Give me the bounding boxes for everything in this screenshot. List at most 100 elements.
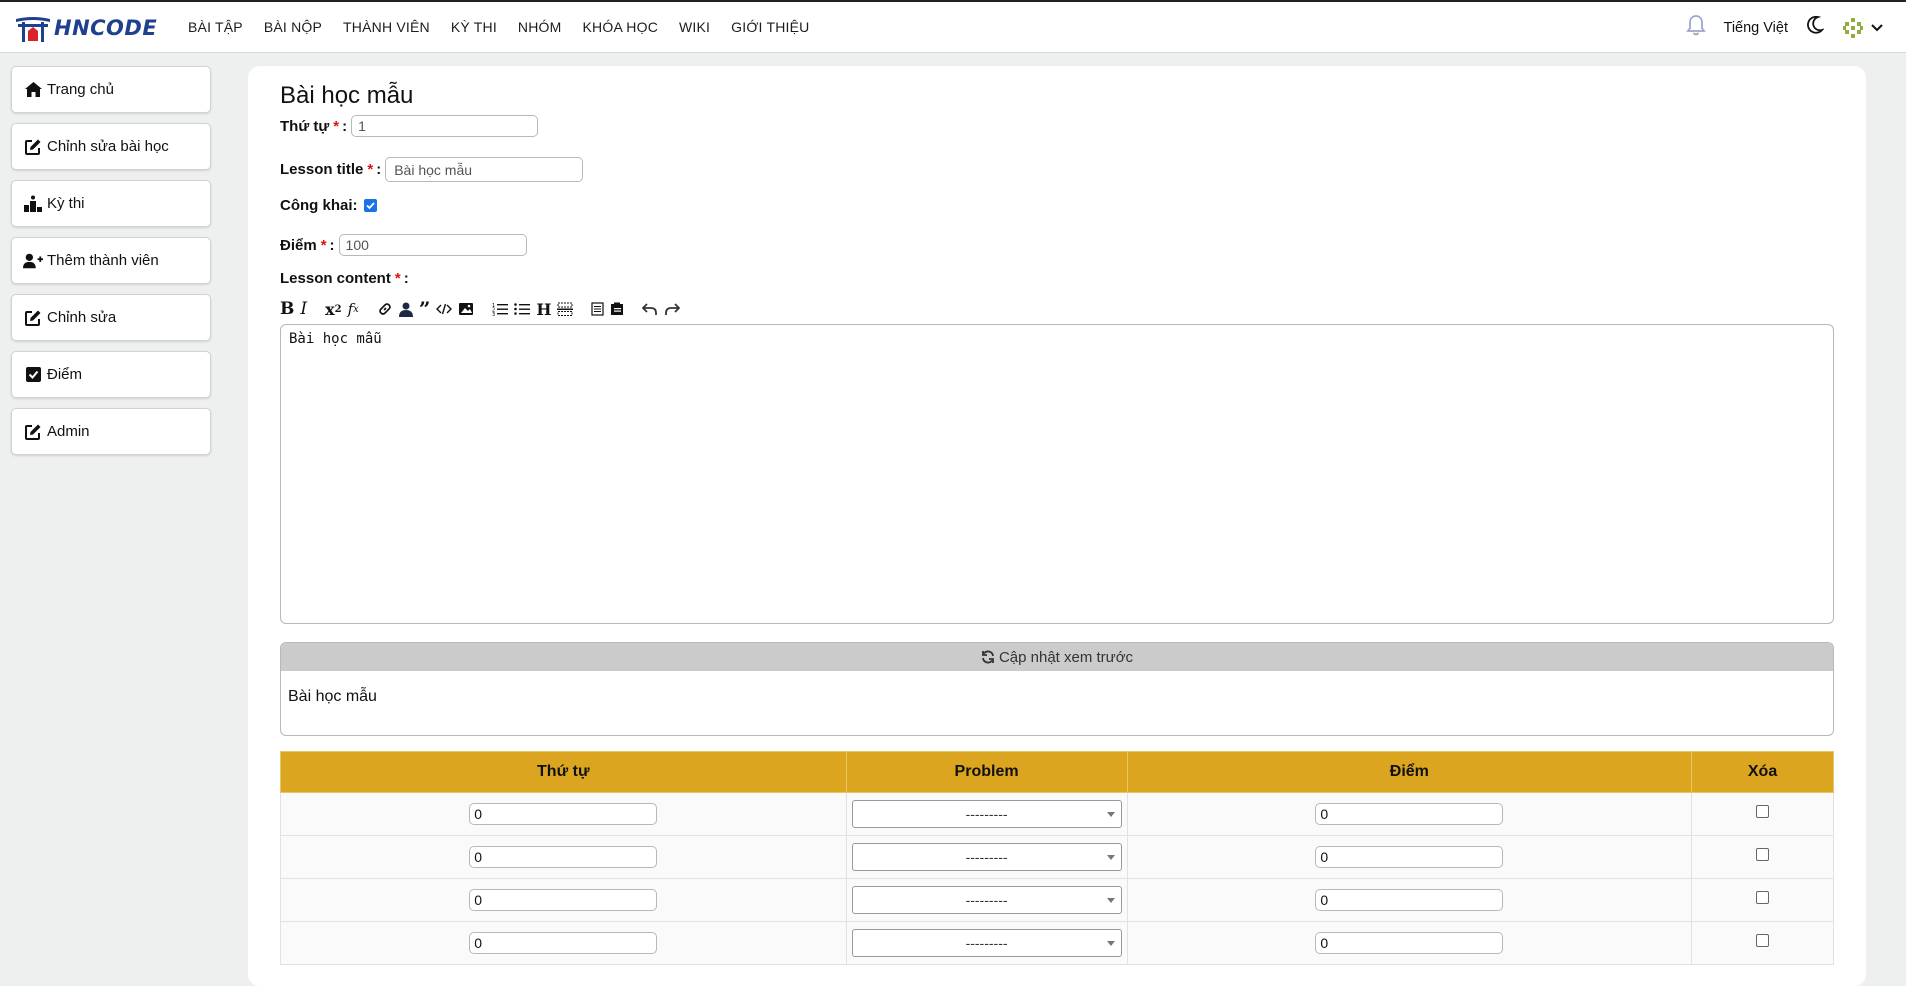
problems-table: Thứ tự Problem Điểm Xóa 0 --------- 0 0 … [280,751,1834,965]
table-row: 0 --------- 0 [280,792,1834,836]
order-label: Thứ tự [280,117,330,135]
sidebar-item-label: Trang chủ [47,81,114,98]
preview-panel: Cập nhật xem trước Bài học mẫu [280,642,1834,736]
problem-select-value: --------- [965,849,1008,865]
required-mark: * [333,117,340,135]
sidebar-item-label: Chỉnh sửa bài học [47,138,169,155]
gate-logo-icon [16,17,50,42]
ordered-list-icon[interactable]: 123 [492,298,509,320]
label-sep: : [342,117,348,135]
superscript-icon[interactable]: x2 [325,298,342,320]
user-icon[interactable] [398,298,413,320]
order-row: Thứ tự * : [280,115,539,137]
points-input[interactable] [338,234,527,256]
home-icon [23,80,43,100]
italic-icon[interactable]: I [300,298,307,320]
bell-icon[interactable] [1685,14,1706,41]
formula-icon[interactable]: fx [348,298,359,320]
sidebar-item-admin[interactable]: Admin [11,408,211,455]
topbar-actions: Tiếng Việt [1685,14,1885,41]
bullet-list-icon[interactable] [514,298,531,320]
lesson-content-editor[interactable]: Bài học mẫu [280,324,1834,624]
heading-icon[interactable]: H [536,298,551,320]
dropdown-arrow-icon [1106,898,1115,903]
problem-select[interactable]: --------- [851,800,1122,828]
points-label: Điểm [280,236,317,254]
table-row: 0 --------- 0 [280,921,1834,965]
table-row: 0 --------- 0 [280,835,1834,879]
sidebar-item-edit-lesson[interactable]: Chỉnh sửa bài học [11,123,211,170]
col-header-order: Thứ tự [280,751,847,793]
sidebar-item-contests[interactable]: Kỳ thi [11,180,211,227]
dropdown-arrow-icon [1106,941,1115,946]
chevron-down-icon[interactable] [1870,23,1884,33]
svg-text:3: 3 [492,312,495,316]
main-nav: BÀI TẬP BÀI NỘP THÀNH VIÊN KỲ THI NHÓM K… [188,19,830,35]
document-icon[interactable] [591,298,605,320]
label-sep: : [329,236,335,254]
edit-icon [23,308,43,328]
undo-icon[interactable] [642,298,658,320]
site-logo[interactable]: HNCODE [14,14,157,42]
refresh-icon [982,650,994,664]
update-preview-button[interactable]: Cập nhật xem trước [281,643,1833,671]
nav-bai-nop[interactable]: BÀI NỘP [264,19,322,35]
dropdown-arrow-icon [1106,855,1115,860]
redo-icon[interactable] [664,298,681,320]
checkbox-icon [23,365,43,385]
edit-icon [23,422,43,442]
nav-gioi-thieu[interactable]: GIỚI THIỆU [731,19,809,35]
order-cell-input[interactable]: 0 [469,932,658,954]
lesson-title-label: Lesson title [280,161,364,178]
label-sep: : [403,270,409,287]
order-input[interactable] [351,115,539,137]
points-cell-input[interactable]: 0 [1315,846,1504,868]
image-icon[interactable] [458,298,474,320]
problem-select-value: --------- [965,806,1008,822]
col-header-points: Điểm [1126,751,1693,793]
lesson-title-input[interactable] [385,157,584,182]
sidebar-item-home[interactable]: Trang chủ [11,66,211,113]
public-row: Công khai: [280,197,377,214]
nav-wiki[interactable]: WIKI [679,19,710,35]
moon-icon[interactable] [1806,15,1825,40]
editor-toolbar: B I x2 fx ” 123 H [280,297,686,321]
nav-bai-tap[interactable]: BÀI TẬP [188,19,243,35]
points-cell-input[interactable]: 0 [1315,803,1504,825]
sidebar-item-label: Chỉnh sửa [47,309,117,326]
quote-icon[interactable]: ” [419,298,431,320]
sidebar-item-add-member[interactable]: Thêm thành viên [11,237,211,284]
paste-icon[interactable] [610,298,624,320]
label-sep: : [376,161,382,178]
points-cell-input[interactable]: 0 [1315,932,1504,954]
order-cell-input[interactable]: 0 [469,846,658,868]
horizontal-rule-icon[interactable] [557,298,574,320]
delete-checkbox[interactable] [1756,891,1770,904]
code-icon[interactable] [436,298,453,320]
nav-nhom[interactable]: NHÓM [518,19,562,35]
sidebar-item-points[interactable]: Điểm [11,351,211,398]
problem-select[interactable]: --------- [851,929,1122,957]
sidebar: Trang chủ Chỉnh sửa bài học Kỳ thi Thêm … [11,66,211,465]
sidebar-item-label: Thêm thành viên [47,252,159,269]
top-navbar: HNCODE BÀI TẬP BÀI NỘP THÀNH VIÊN KỲ THI… [0,0,1906,53]
problem-select[interactable]: --------- [851,843,1122,871]
order-cell-input[interactable]: 0 [469,889,658,911]
avatar[interactable] [1842,16,1884,39]
delete-checkbox[interactable] [1756,848,1770,861]
link-icon[interactable] [377,298,393,320]
bold-icon[interactable]: B [280,298,294,320]
delete-checkbox[interactable] [1756,805,1770,818]
language-switcher[interactable]: Tiếng Việt [1724,20,1789,36]
problem-select[interactable]: --------- [851,886,1122,914]
order-cell-input[interactable]: 0 [469,803,658,825]
nav-khoa-hoc[interactable]: KHÓA HỌC [583,19,659,35]
sidebar-item-edit[interactable]: Chỉnh sửa [11,294,211,341]
nav-thanh-vien[interactable]: THÀNH VIÊN [343,19,430,35]
public-checkbox[interactable] [363,199,377,212]
nav-ky-thi[interactable]: KỲ THI [451,19,497,35]
points-cell-input[interactable]: 0 [1315,889,1504,911]
user-plus-icon [23,251,43,271]
delete-checkbox[interactable] [1756,934,1770,947]
update-preview-label: Cập nhật xem trước [998,648,1134,666]
